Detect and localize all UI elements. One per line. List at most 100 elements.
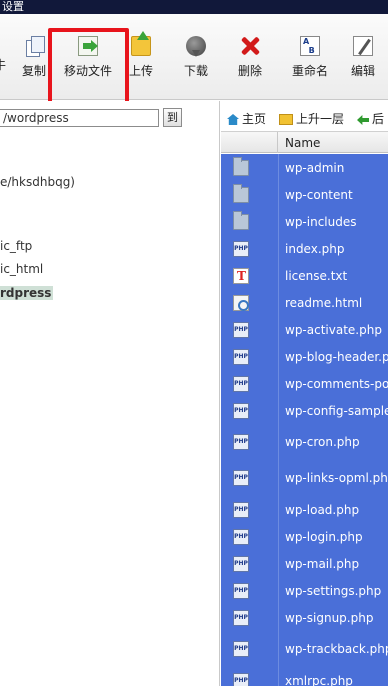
up-one-level-link[interactable]: 上升一层 <box>279 110 344 127</box>
cut-button[interactable]: 牛 <box>0 36 6 86</box>
file-name: wp-comments-post <box>285 377 388 391</box>
file-list-header: Name <box>221 131 388 153</box>
file-row[interactable]: PHP wp-trackback.php <box>221 631 388 667</box>
row-separator <box>278 631 279 667</box>
home-icon <box>227 114 239 125</box>
menu-title[interactable]: 设置 <box>2 0 24 13</box>
file-list-pane: 主页 上升一层 后 Name wp-admin wp-content wp-incl… <box>221 101 388 686</box>
move-file-icon <box>78 36 98 56</box>
file-row[interactable]: PHP index.php <box>221 235 388 262</box>
delete-icon <box>240 36 260 56</box>
file-row[interactable]: PHP wp-comments-post <box>221 370 388 397</box>
edit-label: 编辑 <box>350 64 375 78</box>
row-separator <box>278 289 279 316</box>
row-separator <box>278 208 279 235</box>
up-one-level-label: 上升一层 <box>296 112 345 126</box>
file-name: xmlrpc.php <box>285 674 353 686</box>
home-link[interactable]: 主页 <box>227 110 266 127</box>
file-row[interactable]: PHP wp-blog-header.ph <box>221 343 388 370</box>
row-separator <box>278 667 279 686</box>
file-row[interactable]: PHP wp-links-opml.php <box>221 460 388 496</box>
file-row[interactable]: PHP wp-login.php <box>221 523 388 550</box>
home-label: 主页 <box>242 112 267 126</box>
copy-button[interactable]: 复制 <box>18 36 50 86</box>
delete-label: 删除 <box>237 64 262 78</box>
move-file-button[interactable]: 移动文件 <box>60 36 116 86</box>
move-file-label: 移动文件 <box>63 64 112 78</box>
tree-item-public-ftp[interactable]: ic_ftp <box>0 239 32 253</box>
upload-button[interactable]: 上传 <box>126 31 156 86</box>
back-link[interactable]: 后 <box>357 110 384 127</box>
file-name: wp-links-opml.php <box>285 471 388 485</box>
tree-item-home[interactable]: e/hksdhbqg) <box>0 175 75 189</box>
copy-label: 复制 <box>21 64 46 78</box>
file-row[interactable]: license.txt <box>221 262 388 289</box>
row-separator <box>278 316 279 343</box>
menu-bar: 设置 <box>0 0 388 14</box>
directory-tree-pane: 到 e/hksdhbqg) ic_ftp ic_html rdpress <box>0 101 220 686</box>
file-row[interactable]: PHP wp-mail.php <box>221 550 388 577</box>
row-separator <box>278 181 279 208</box>
file-row[interactable]: PHP wp-cron.php <box>221 424 388 460</box>
download-icon <box>186 36 206 57</box>
php-file-icon: PHP <box>233 673 249 686</box>
row-separator <box>278 523 279 550</box>
file-row[interactable]: PHP wp-signup.php <box>221 604 388 631</box>
php-file-icon: PHP <box>233 529 249 545</box>
go-button[interactable]: 到 <box>163 108 182 127</box>
file-name: license.txt <box>285 269 348 283</box>
row-separator <box>278 460 279 496</box>
file-row[interactable]: PHP wp-config-sample.p <box>221 397 388 424</box>
file-name: wp-cron.php <box>285 435 360 449</box>
file-name: wp-settings.php <box>285 584 382 598</box>
rename-button[interactable]: A B 重命名 <box>289 36 331 86</box>
file-row[interactable]: readme.html <box>221 289 388 316</box>
rename-label: 重命名 <box>291 64 328 78</box>
file-row[interactable]: wp-content <box>221 181 388 208</box>
file-name: wp-mail.php <box>285 557 360 571</box>
html-file-icon <box>233 295 249 311</box>
file-row[interactable]: PHP wp-settings.php <box>221 577 388 604</box>
folder-icon <box>233 157 249 176</box>
text-file-icon <box>233 268 249 284</box>
tree-item-public-html[interactable]: ic_html <box>0 262 43 276</box>
tree-item-wordpress[interactable]: rdpress <box>0 286 54 300</box>
rename-icon: A B <box>300 36 320 56</box>
php-file-icon: PHP <box>233 610 249 626</box>
name-column-header[interactable]: Name <box>285 136 320 150</box>
copy-icon <box>24 36 45 57</box>
edit-icon <box>353 36 373 56</box>
cut-icon <box>0 36 6 56</box>
upload-icon <box>131 31 151 56</box>
php-file-icon: PHP <box>233 403 249 419</box>
php-file-icon: PHP <box>233 376 249 392</box>
file-name: wp-includes <box>285 215 357 229</box>
row-separator <box>278 496 279 523</box>
file-name: wp-blog-header.ph <box>285 350 388 364</box>
file-name: readme.html <box>285 296 363 310</box>
toolbar: 牛 复制 移动文件 上传 下载 删除 A B 重命名 编辑 <box>0 14 388 100</box>
file-row[interactable]: PHP wp-load.php <box>221 496 388 523</box>
file-name: wp-content <box>285 188 353 202</box>
row-separator <box>278 577 279 604</box>
download-label: 下载 <box>183 64 208 78</box>
file-list: wp-admin wp-content wp-includes PHP index.ph… <box>221 154 388 686</box>
file-nav-bar: 主页 上升一层 后 <box>221 107 388 127</box>
file-row[interactable]: wp-admin <box>221 154 388 181</box>
row-separator <box>278 424 279 460</box>
file-name: index.php <box>285 242 345 256</box>
icon-column-header[interactable] <box>221 132 278 153</box>
row-separator <box>278 604 279 631</box>
delete-button[interactable]: 删除 <box>234 36 266 86</box>
edit-button[interactable]: 编辑 <box>346 36 380 86</box>
folder-icon <box>233 184 249 203</box>
path-input[interactable] <box>0 109 159 127</box>
download-button[interactable]: 下载 <box>180 36 212 86</box>
file-row[interactable]: wp-includes <box>221 208 388 235</box>
file-name: wp-load.php <box>285 503 360 517</box>
file-name: wp-signup.php <box>285 611 374 625</box>
row-separator <box>278 262 279 289</box>
file-row[interactable]: PHP wp-activate.php <box>221 316 388 343</box>
file-name: wp-admin <box>285 161 345 175</box>
file-row[interactable]: PHP xmlrpc.php <box>221 667 388 686</box>
